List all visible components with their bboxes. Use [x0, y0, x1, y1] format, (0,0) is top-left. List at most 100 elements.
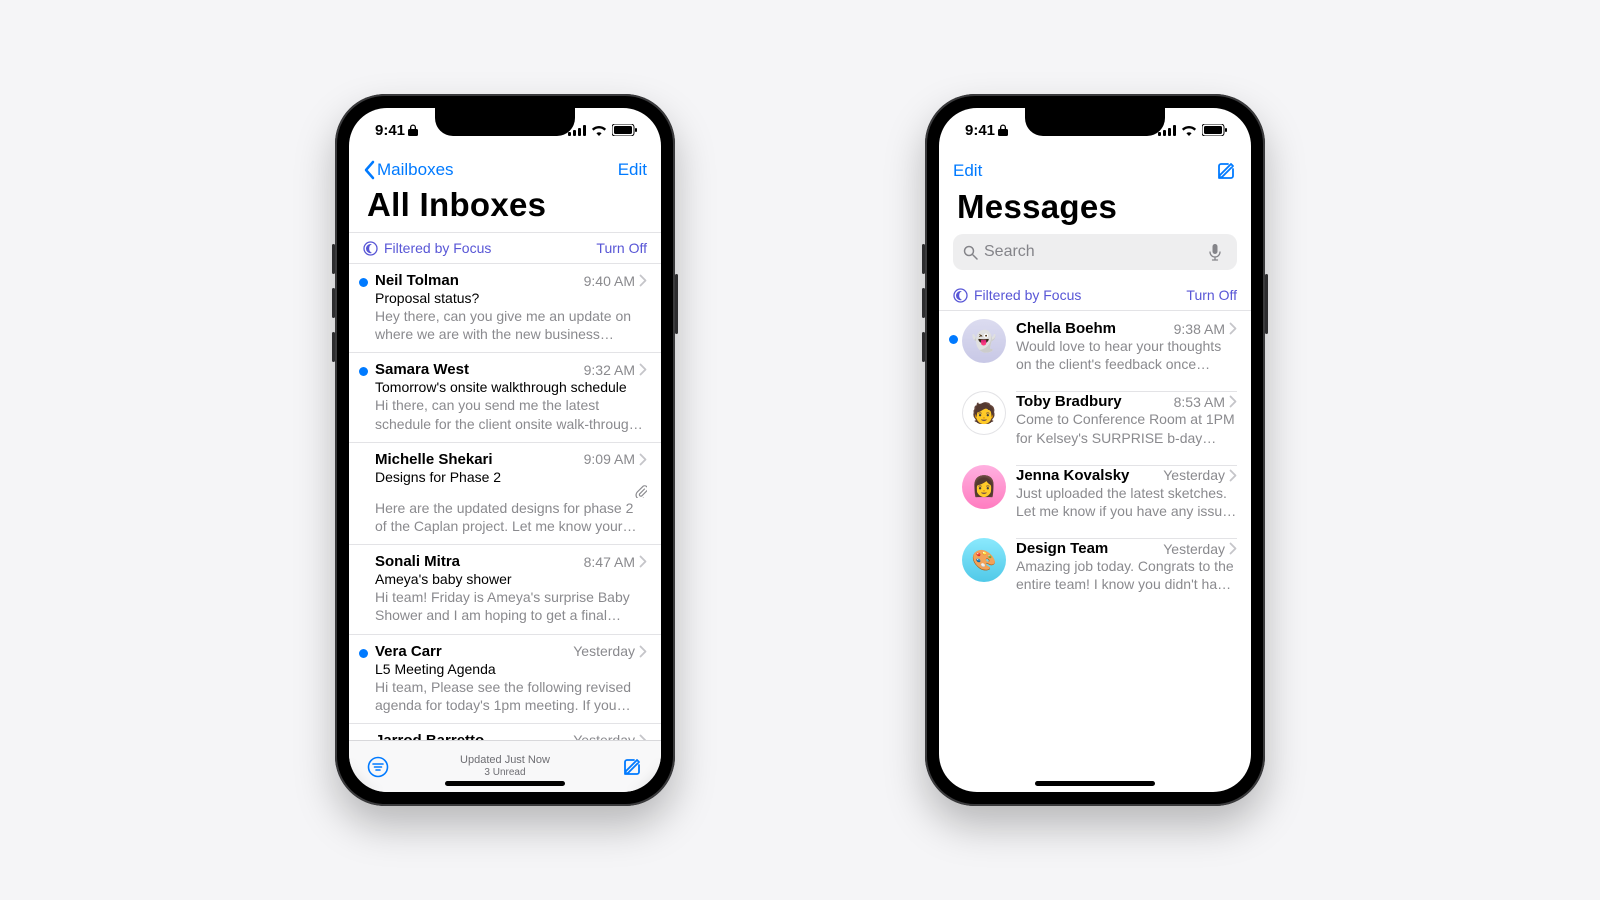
- lock-icon: [998, 124, 1008, 136]
- status-time: 9:41: [965, 122, 995, 139]
- mail-item[interactable]: Michelle Shekari9:09 AMDesigns for Phase…: [349, 443, 661, 545]
- message-item[interactable]: 👩 Jenna Kovalsky YesterdayJust uploaded th…: [939, 457, 1251, 530]
- chevron-right-icon: [1229, 469, 1237, 482]
- focus-turn-off-button[interactable]: Turn Off: [596, 240, 647, 256]
- message-item[interactable]: 🎨 Design Team YesterdayAmazing job today. …: [939, 530, 1251, 603]
- unread-dot: [949, 481, 958, 490]
- mail-preview: Hi team! Friday is Ameya's surprise Baby…: [375, 588, 647, 624]
- page-title: Messages: [939, 188, 1251, 234]
- mail-time: Yesterday: [573, 643, 635, 659]
- mail-preview: Here are the updated designs for phase 2…: [375, 499, 647, 535]
- mail-sender: Michelle Shekari: [375, 451, 493, 468]
- avatar: 🎨: [962, 538, 1006, 582]
- lock-icon: [408, 124, 418, 136]
- mail-sender: Samara West: [375, 361, 469, 378]
- edit-button[interactable]: Edit: [953, 161, 982, 181]
- focus-filter-row: Filtered by Focus Turn Off: [349, 232, 661, 264]
- messages-list[interactable]: 👻 Chella Boehm 9:38 AMWould love to hear y…: [939, 311, 1251, 792]
- unread-count-label: 3 Unread: [460, 767, 550, 779]
- updated-label: Updated Just Now: [460, 754, 550, 767]
- mail-item[interactable]: Jarrod BarrettoYesterdayOrientation Hand…: [349, 724, 661, 740]
- home-indicator[interactable]: [1035, 781, 1155, 786]
- dictation-icon[interactable]: [1209, 244, 1227, 261]
- notch: [1025, 108, 1165, 136]
- message-preview: Just uploaded the latest sketches. Let m…: [1016, 484, 1237, 520]
- search-icon: [963, 245, 984, 260]
- focus-turn-off-button[interactable]: Turn Off: [1186, 287, 1237, 303]
- phone-frame-mail: 9:41 Mai: [335, 94, 675, 806]
- unread-dot: [359, 278, 368, 287]
- chevron-right-icon: [639, 555, 647, 568]
- moon-icon: [953, 288, 968, 303]
- edit-button[interactable]: Edit: [618, 160, 647, 180]
- unread-dot: [359, 367, 368, 376]
- battery-icon: [1202, 124, 1227, 136]
- unread-dot: [949, 335, 958, 344]
- compose-button[interactable]: [1215, 160, 1237, 182]
- chevron-right-icon: [639, 363, 647, 376]
- screen-messages: 9:41 Edit Mes: [939, 108, 1251, 792]
- message-time: Yesterday: [1163, 541, 1225, 557]
- search-input[interactable]: Search: [953, 234, 1237, 270]
- mail-preview: Hi team, Please see the following revise…: [375, 678, 647, 714]
- message-item[interactable]: 🧑 Toby Bradbury 8:53 AMCome to Conference …: [939, 383, 1251, 456]
- chevron-left-icon: [363, 160, 375, 180]
- message-preview: Come to Conference Room at 1PM for Kelse…: [1016, 410, 1237, 446]
- mail-time: 8:47 AM: [584, 554, 635, 570]
- status-time: 9:41: [375, 122, 405, 139]
- message-sender: Chella Boehm: [1016, 320, 1116, 337]
- messages-nav: Edit: [939, 152, 1251, 188]
- phone-frame-messages: 9:41 Edit Mes: [925, 94, 1265, 806]
- mail-item[interactable]: Sonali Mitra 8:47 AMAmeya's baby showerHi…: [349, 545, 661, 634]
- mail-time: Yesterday: [573, 732, 635, 740]
- mail-time: 9:32 AM: [584, 362, 635, 378]
- mail-subject: L5 Meeting Agenda: [375, 661, 647, 677]
- mail-sender: Sonali Mitra: [375, 553, 460, 570]
- message-sender: Jenna Kovalsky: [1016, 467, 1129, 484]
- unread-dot: [359, 649, 368, 658]
- mail-list[interactable]: Neil Tolman 9:40 AMProposal status?Hey th…: [349, 264, 661, 740]
- mail-item[interactable]: Neil Tolman 9:40 AMProposal status?Hey th…: [349, 264, 661, 353]
- avatar: 👻: [962, 319, 1006, 363]
- mail-subject: Proposal status?: [375, 290, 647, 306]
- mail-preview: Hey there, can you give me an update on …: [375, 307, 647, 343]
- message-time: 8:53 AM: [1174, 394, 1225, 410]
- mail-sender: Vera Carr: [375, 643, 442, 660]
- focus-filter-label: Filtered by Focus: [384, 240, 491, 256]
- mail-subject: Tomorrow's onsite walkthrough schedule: [375, 379, 647, 395]
- avatar: 🧑: [962, 391, 1006, 435]
- focus-filter-label: Filtered by Focus: [974, 287, 1081, 303]
- search-placeholder: Search: [984, 243, 1035, 261]
- mailboxes-back-button[interactable]: Mailboxes: [363, 160, 454, 180]
- message-item[interactable]: 👻 Chella Boehm 9:38 AMWould love to hear y…: [939, 311, 1251, 383]
- mail-sender: Jarrod Barretto: [375, 732, 484, 740]
- wifi-icon: [1181, 124, 1197, 136]
- message-time: 9:38 AM: [1174, 321, 1225, 337]
- mail-item[interactable]: Samara West 9:32 AMTomorrow's onsite walk…: [349, 353, 661, 442]
- unread-dot: [949, 407, 958, 416]
- mail-nav: Mailboxes Edit: [349, 152, 661, 186]
- message-preview: Amazing job today. Congrats to the entir…: [1016, 557, 1237, 593]
- mail-time: 9:09 AM: [584, 451, 635, 467]
- message-sender: Design Team: [1016, 540, 1108, 557]
- back-label: Mailboxes: [377, 160, 454, 180]
- focus-filter-row: Filtered by Focus Turn Off: [939, 280, 1251, 311]
- compose-button[interactable]: [621, 756, 643, 778]
- mail-preview: Hi there, can you send me the latest sch…: [375, 396, 647, 432]
- mail-sender: Neil Tolman: [375, 272, 459, 289]
- chevron-right-icon: [639, 274, 647, 287]
- avatar: 👩: [962, 465, 1006, 509]
- battery-icon: [612, 124, 637, 136]
- chevron-right-icon: [1229, 395, 1237, 408]
- message-preview: Would love to hear your thoughts on the …: [1016, 337, 1237, 373]
- mail-subject: Ameya's baby shower: [375, 571, 647, 587]
- mail-item[interactable]: Vera Carr Yesterday L5 Meeting AgendaHi te…: [349, 635, 661, 724]
- message-sender: Toby Bradbury: [1016, 393, 1122, 410]
- mail-time: 9:40 AM: [584, 273, 635, 289]
- unread-dot: [949, 554, 958, 563]
- chevron-right-icon: [639, 453, 647, 466]
- message-time: Yesterday: [1163, 467, 1225, 483]
- page-title: All Inboxes: [349, 186, 661, 232]
- filter-button[interactable]: [367, 756, 389, 778]
- home-indicator[interactable]: [445, 781, 565, 786]
